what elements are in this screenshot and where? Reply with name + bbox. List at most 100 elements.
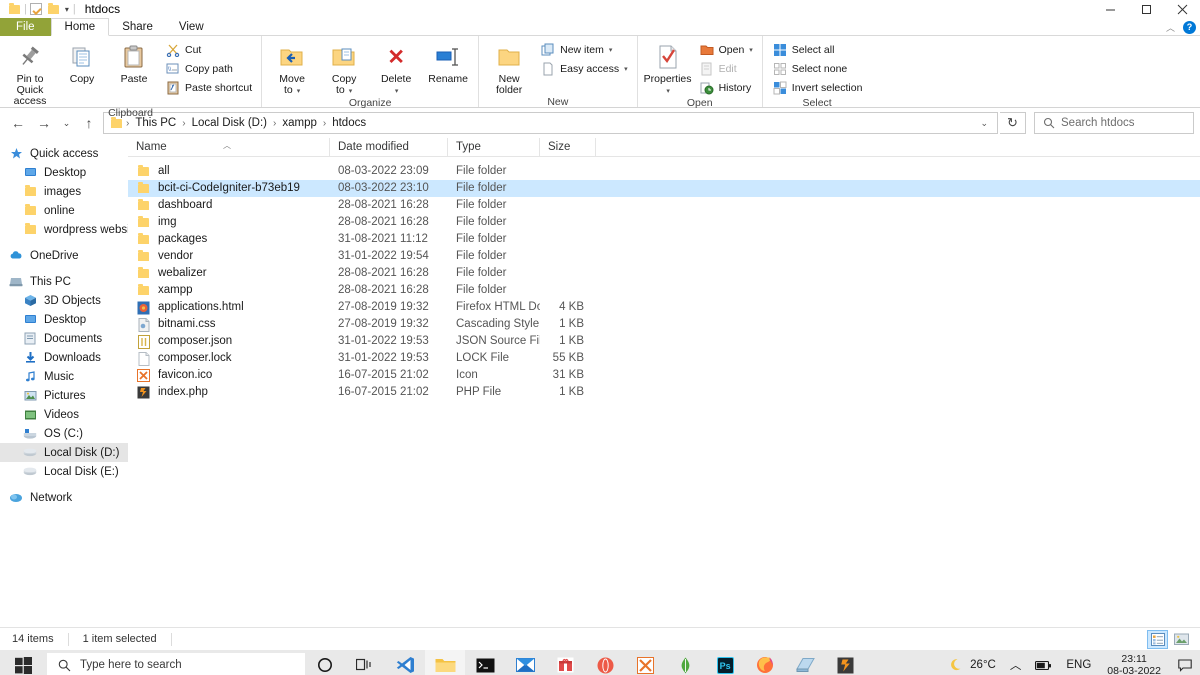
table-row[interactable]: index.php 16-07-2015 21:02 PHP File 1 KB [128, 384, 1200, 401]
cut-button[interactable]: Cut [162, 41, 255, 59]
sidebar-item-this-pc[interactable]: This PC [0, 272, 128, 291]
vscode-icon[interactable] [385, 650, 425, 675]
column-header-size[interactable]: Size [540, 138, 596, 157]
minimize-icon[interactable] [1092, 0, 1128, 18]
firefox-icon[interactable] [745, 650, 785, 675]
select-all-button[interactable]: Select all [769, 41, 866, 59]
opera-icon[interactable] [585, 650, 625, 675]
sidebar-item-music[interactable]: Music [0, 367, 128, 386]
sidebar-item-3d-objects[interactable]: 3D Objects [0, 291, 128, 310]
clock[interactable]: 23:11 08-03-2022 [1098, 653, 1170, 675]
paste-shortcut-button[interactable]: Paste shortcut [162, 79, 255, 97]
column-header-type[interactable]: Type [448, 138, 540, 157]
chevron-down-icon[interactable]: ▾ [624, 65, 628, 73]
xampp-icon[interactable] [625, 650, 665, 675]
move-to-button[interactable]: Moveto ▾ [266, 39, 318, 97]
sidebar-item-desktop-pc[interactable]: Desktop [0, 310, 128, 329]
tab-view[interactable]: View [166, 18, 217, 36]
gift-icon[interactable] [545, 650, 585, 675]
new-item-button[interactable]: New item ▾ [537, 41, 630, 59]
large-icons-view-button[interactable] [1171, 630, 1192, 649]
sidebar-item-local-disk-e[interactable]: Local Disk (E:) [0, 462, 128, 481]
open-button[interactable]: Open ▾ [696, 41, 756, 59]
table-row[interactable]: composer.lock 31-01-2022 19:53 LOCK File… [128, 350, 1200, 367]
table-row[interactable]: bitnami.css 27-08-2019 19:32 Cascading S… [128, 316, 1200, 333]
sidebar-item-quick-access[interactable]: Quick access [0, 144, 128, 163]
chevron-down-icon[interactable]: ▾ [749, 46, 753, 54]
sidebar-item-documents[interactable]: Documents [0, 329, 128, 348]
file-explorer-icon[interactable] [425, 650, 465, 675]
select-none-button[interactable]: Select none [769, 60, 866, 78]
details-view-button[interactable] [1147, 630, 1168, 649]
copy-path-button[interactable]: \\ Copy path [162, 60, 255, 78]
sidebar-item-network[interactable]: Network [0, 488, 128, 507]
notification-icon[interactable] [1170, 650, 1200, 675]
pin-to-quick-access-button[interactable]: Pin to Quickaccess [4, 39, 56, 107]
task-view-icon[interactable] [345, 650, 385, 675]
table-row[interactable]: packages 31-08-2021 11:12 File folder [128, 231, 1200, 248]
sidebar-item-images[interactable]: images [0, 182, 128, 201]
table-row[interactable]: favicon.ico 16-07-2015 21:02 Icon 31 KB [128, 367, 1200, 384]
photoshop-icon[interactable]: Ps [705, 650, 745, 675]
table-row[interactable]: webalizer 28-08-2021 16:28 File folder [128, 265, 1200, 282]
properties-button[interactable]: Properties▾ [642, 39, 694, 97]
tab-home[interactable]: Home [51, 18, 110, 36]
invert-selection-button[interactable]: Invert selection [769, 79, 866, 97]
sidebar-item-pictures[interactable]: Pictures [0, 386, 128, 405]
table-row[interactable]: dashboard 28-08-2021 16:28 File folder [128, 197, 1200, 214]
cortana-icon[interactable] [305, 650, 345, 675]
sidebar-item-local-disk-d[interactable]: Local Disk (D:) [0, 443, 128, 462]
chevron-up-icon[interactable]: ︿ [1166, 21, 1175, 34]
rename-button[interactable]: Rename [422, 39, 474, 85]
table-row[interactable]: xampp 28-08-2021 16:28 File folder [128, 282, 1200, 299]
column-header-date-modified[interactable]: Date modified [330, 138, 448, 157]
refresh-icon[interactable]: ↻ [1000, 112, 1026, 134]
tab-share[interactable]: Share [109, 18, 166, 36]
mongodb-icon[interactable] [665, 650, 705, 675]
sublime-text-icon[interactable] [825, 650, 865, 675]
tab-file[interactable]: File [0, 18, 51, 36]
sidebar-item-downloads[interactable]: Downloads [0, 348, 128, 367]
folder-icon[interactable] [6, 0, 23, 18]
delete-button[interactable]: ✕ Delete▾ [370, 39, 422, 97]
history-button[interactable]: History [696, 79, 756, 97]
notepad-icon[interactable] [785, 650, 825, 675]
paste-button[interactable]: Paste [108, 39, 160, 85]
copy-button[interactable]: Copy [56, 39, 108, 85]
help-icon[interactable]: ? [1183, 21, 1196, 34]
sidebar-item-online[interactable]: online [0, 201, 128, 220]
windows-start-icon[interactable] [0, 650, 46, 675]
column-header-name[interactable]: Name ︿ [128, 138, 330, 157]
terminal-icon[interactable] [465, 650, 505, 675]
chevron-down-icon[interactable]: ▾ [62, 5, 72, 14]
table-row[interactable]: vendor 31-01-2022 19:54 File folder [128, 248, 1200, 265]
copy-to-button[interactable]: Copyto ▾ [318, 39, 370, 97]
easy-access-button[interactable]: Easy access ▾ [537, 60, 630, 78]
close-icon[interactable] [1164, 0, 1200, 18]
new-folder-button[interactable]: Newfolder [483, 39, 535, 96]
search-input[interactable]: Search htdocs [1034, 112, 1194, 134]
folder-icon[interactable] [45, 0, 62, 18]
checkbox-icon[interactable] [28, 0, 45, 18]
sidebar-item-os-c[interactable]: OS (C:) [0, 424, 128, 443]
chevron-down-icon[interactable]: ⌄ [975, 118, 993, 129]
chevron-down-icon[interactable]: ▾ [609, 46, 613, 54]
table-row[interactable]: img 28-08-2021 16:28 File folder [128, 214, 1200, 231]
breadcrumb-item-htdocs[interactable]: htdocs [327, 113, 371, 133]
mail-icon[interactable] [505, 650, 545, 675]
battery-icon[interactable] [1028, 660, 1059, 671]
tray-overflow-chevron-up-icon[interactable]: ︿ [1003, 657, 1029, 673]
breadcrumb-item-xampp[interactable]: xampp [277, 113, 322, 133]
weather-widget[interactable]: 26°C [943, 658, 1003, 673]
maximize-icon[interactable] [1128, 0, 1164, 18]
edit-button[interactable]: Edit [696, 60, 756, 78]
table-row[interactable]: all 08-03-2022 23:09 File folder [128, 163, 1200, 180]
table-row[interactable]: bcit-ci-CodeIgniter-b73eb19 08-03-2022 2… [128, 180, 1200, 197]
table-row[interactable]: applications.html 27-08-2019 19:32 Firef… [128, 299, 1200, 316]
language-indicator[interactable]: ENG [1059, 659, 1098, 671]
sidebar-item-videos[interactable]: Videos [0, 405, 128, 424]
taskbar-search-input[interactable]: Type here to search [47, 653, 305, 675]
table-row[interactable]: composer.json 31-01-2022 19:53 JSON Sour… [128, 333, 1200, 350]
sidebar-item-desktop[interactable]: Desktop [0, 163, 128, 182]
sidebar-item-onedrive[interactable]: OneDrive [0, 246, 128, 265]
